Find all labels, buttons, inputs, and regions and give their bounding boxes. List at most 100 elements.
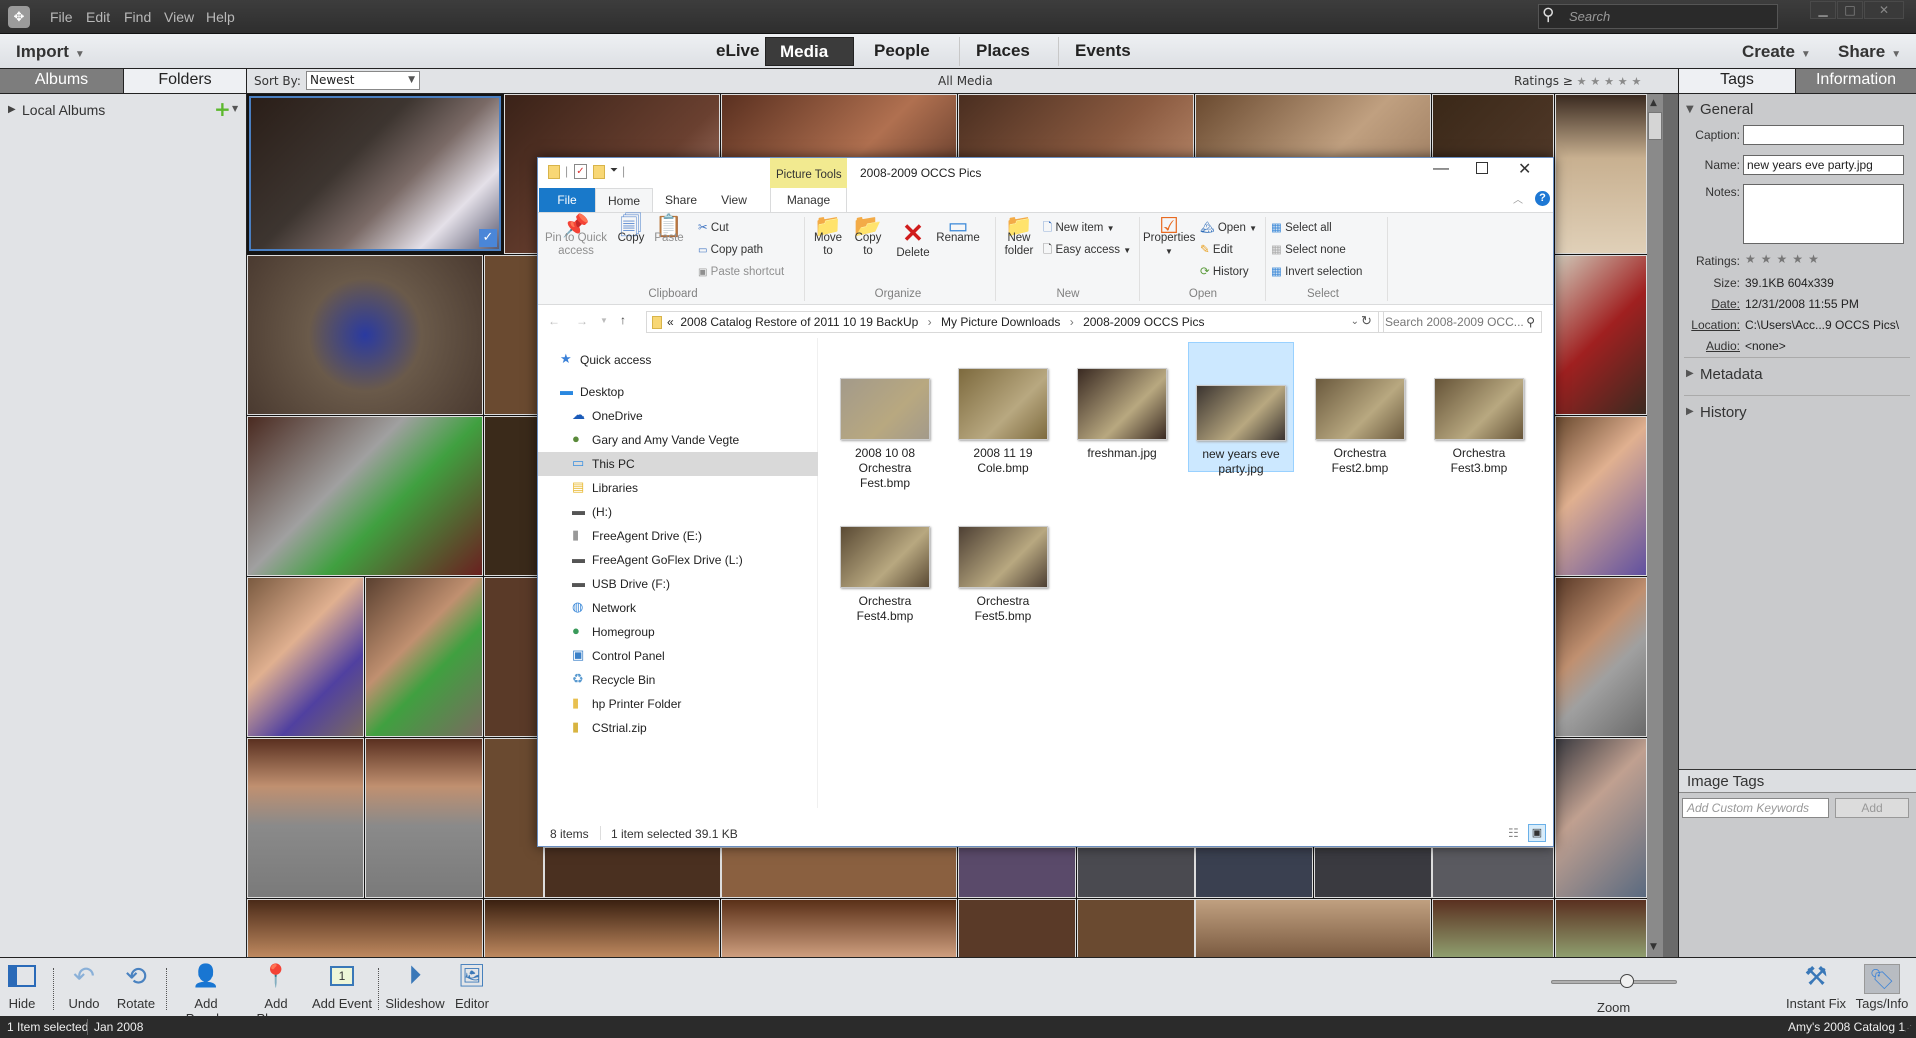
select-all-button[interactable]: ▦ Select all <box>1271 221 1332 235</box>
delete-button[interactable]: ✕ Delete <box>893 219 933 260</box>
details-view-icon[interactable]: ☷ <box>1508 826 1519 840</box>
tab-events[interactable]: Events <box>1061 37 1161 66</box>
media-thumbnail[interactable] <box>958 899 1076 957</box>
tab-information[interactable]: Information <box>1796 69 1916 93</box>
customize-qat-icon[interactable]: ⏷ <box>610 165 618 176</box>
file-item[interactable]: Orchestra Fest5.bmp <box>950 506 1056 624</box>
star-icon[interactable]: ★ <box>1590 75 1600 88</box>
nav-item-control-panel[interactable]: ▣ Control Panel <box>538 644 818 668</box>
breadcrumb-item[interactable]: My Picture Downloads <box>941 315 1060 329</box>
star-icon[interactable]: ★ <box>1808 252 1824 266</box>
maximize-button[interactable]: □ <box>1837 1 1863 19</box>
audio-label[interactable]: Audio: <box>1664 339 1740 353</box>
media-thumbnail[interactable] <box>365 738 483 898</box>
checkmark-icon[interactable]: ✓ <box>479 229 497 247</box>
close-button[interactable]: ✕ <box>1864 1 1904 19</box>
tab-view[interactable]: View <box>712 188 756 212</box>
collapse-triangle-icon[interactable]: ▼ <box>1686 104 1694 115</box>
tab-places[interactable]: Places <box>962 37 1059 66</box>
media-thumbnail[interactable] <box>1195 847 1313 898</box>
media-thumbnail[interactable] <box>1555 899 1647 957</box>
date-label[interactable]: Date: <box>1664 297 1740 311</box>
tab-people[interactable]: People <box>860 37 960 66</box>
add-keyword-button[interactable]: Add <box>1835 798 1909 818</box>
caption-field[interactable] <box>1743 125 1904 145</box>
file-item[interactable]: new years eve party.jpg <box>1188 342 1294 476</box>
tab-manage[interactable]: Manage <box>770 188 847 212</box>
scroll-up-icon[interactable]: ▲ <box>1650 98 1657 108</box>
menu-file[interactable]: File <box>50 9 73 25</box>
media-thumbnail[interactable] <box>365 577 483 737</box>
media-thumbnail-selected[interactable]: ✓ <box>249 96 501 251</box>
breadcrumb-item[interactable]: 2008-2009 OCCS Pics <box>1083 315 1204 329</box>
name-field[interactable]: new years eve party.jpg <box>1743 155 1904 175</box>
up-icon[interactable]: ↑ <box>620 313 626 327</box>
rename-button[interactable]: ▭ Rename <box>936 215 980 245</box>
easy-access-button[interactable]: 🗋 Easy access ▼ <box>1043 243 1131 258</box>
star-icon[interactable]: ★ <box>1618 75 1628 88</box>
explorer-search-input[interactable]: Search 2008-2009 OCC... ⚲ <box>1378 311 1542 333</box>
create-button[interactable]: Create ▼ <box>1742 42 1811 62</box>
zoom-slider[interactable] <box>1551 980 1677 984</box>
search-input[interactable]: Search <box>1538 4 1778 29</box>
media-thumbnail[interactable] <box>484 738 544 898</box>
tab-elive[interactable]: eLive <box>702 37 766 66</box>
tab-file[interactable]: File <box>539 188 595 212</box>
media-thumbnail[interactable] <box>1077 899 1195 957</box>
media-thumbnail[interactable] <box>247 255 483 415</box>
add-places-button[interactable]: 📍 Add Places <box>245 958 307 1026</box>
media-thumbnail[interactable] <box>484 577 544 737</box>
grid-scrollbar[interactable]: ▲ ▼ <box>1647 94 1663 957</box>
breadcrumb-item[interactable]: 2008 Catalog Restore of 2011 10 19 BackU… <box>680 315 918 329</box>
paste-shortcut-button[interactable]: ▣ Paste shortcut <box>698 265 784 280</box>
add-people-button[interactable]: 👤 Add People <box>173 958 239 1026</box>
media-thumbnail[interactable] <box>1555 416 1647 576</box>
nav-item-recycle-bin[interactable]: ♻ Recycle Bin <box>538 668 818 692</box>
notes-field[interactable] <box>1743 184 1904 244</box>
scrollbar-thumb[interactable] <box>1648 112 1662 140</box>
file-item[interactable]: Orchestra Fest2.bmp <box>1307 358 1413 476</box>
copy-to-button[interactable]: 📂 Copy to <box>850 215 886 258</box>
hide-button[interactable]: Hide <box>2 958 42 1017</box>
star-icon[interactable]: ★ <box>1745 252 1761 266</box>
select-none-button[interactable]: ▦ Select none <box>1271 243 1346 257</box>
tab-tags[interactable]: Tags <box>1678 69 1796 93</box>
help-icon[interactable]: ? <box>1535 191 1550 206</box>
new-folder-button[interactable]: 📁 New folder <box>1001 215 1037 258</box>
menu-edit[interactable]: Edit <box>86 9 110 25</box>
star-icon[interactable]: ★ <box>1792 252 1808 266</box>
nav-item-cstrial-zip[interactable]: ▮ CStrial.zip <box>538 716 818 740</box>
import-button[interactable]: Import ▼ <box>16 42 85 62</box>
search-icon[interactable]: ⚲ <box>1542 5 1554 25</box>
new-item-button[interactable]: 🗋 New item ▼ <box>1043 221 1115 236</box>
recent-locations-icon[interactable]: ▼ <box>600 316 608 325</box>
tab-home[interactable]: Home <box>595 188 653 213</box>
nav-item-network[interactable]: ◍ Network <box>538 596 818 620</box>
resize-grip-icon[interactable]: ⋰ <box>1904 1024 1912 1033</box>
slideshow-button[interactable]: ⏵ Slideshow <box>385 958 445 1017</box>
nav-item-onedrive[interactable]: ☁ OneDrive <box>538 404 818 428</box>
menu-view[interactable]: View <box>164 9 194 25</box>
media-thumbnail[interactable] <box>247 416 483 576</box>
share-button[interactable]: Share ▼ <box>1838 42 1901 62</box>
metadata-section-header[interactable]: Metadata <box>1700 366 1763 383</box>
cut-button[interactable]: ✂ Cut <box>698 221 729 235</box>
nav-item-h[interactable]: ▬ (H:) <box>538 500 818 524</box>
close-button[interactable]: ✕ <box>1518 159 1531 179</box>
nav-item-gary-and-amy-vande-vegte[interactable]: ● Gary and Amy Vande Vegte <box>538 428 818 452</box>
address-dropdown-icon[interactable]: ⌄ <box>1351 316 1359 327</box>
media-thumbnail[interactable] <box>544 847 721 898</box>
media-thumbnail[interactable] <box>721 847 957 898</box>
media-thumbnail[interactable] <box>1432 847 1554 898</box>
scroll-down-icon[interactable]: ▼ <box>1650 942 1657 952</box>
media-thumbnail[interactable] <box>484 899 720 957</box>
tab-media[interactable]: Media <box>765 37 854 66</box>
undo-button[interactable]: ↶ Undo <box>62 958 106 1017</box>
media-thumbnail[interactable] <box>1432 899 1554 957</box>
invert-selection-button[interactable]: ▦ Invert selection <box>1271 265 1362 279</box>
refresh-icon[interactable]: ↻ <box>1361 313 1372 329</box>
rotate-button[interactable]: ⟲ Rotate <box>113 958 159 1017</box>
media-thumbnail[interactable] <box>1077 847 1195 898</box>
paste-button[interactable]: 📋 Paste <box>653 215 685 245</box>
media-thumbnail[interactable] <box>1314 847 1432 898</box>
